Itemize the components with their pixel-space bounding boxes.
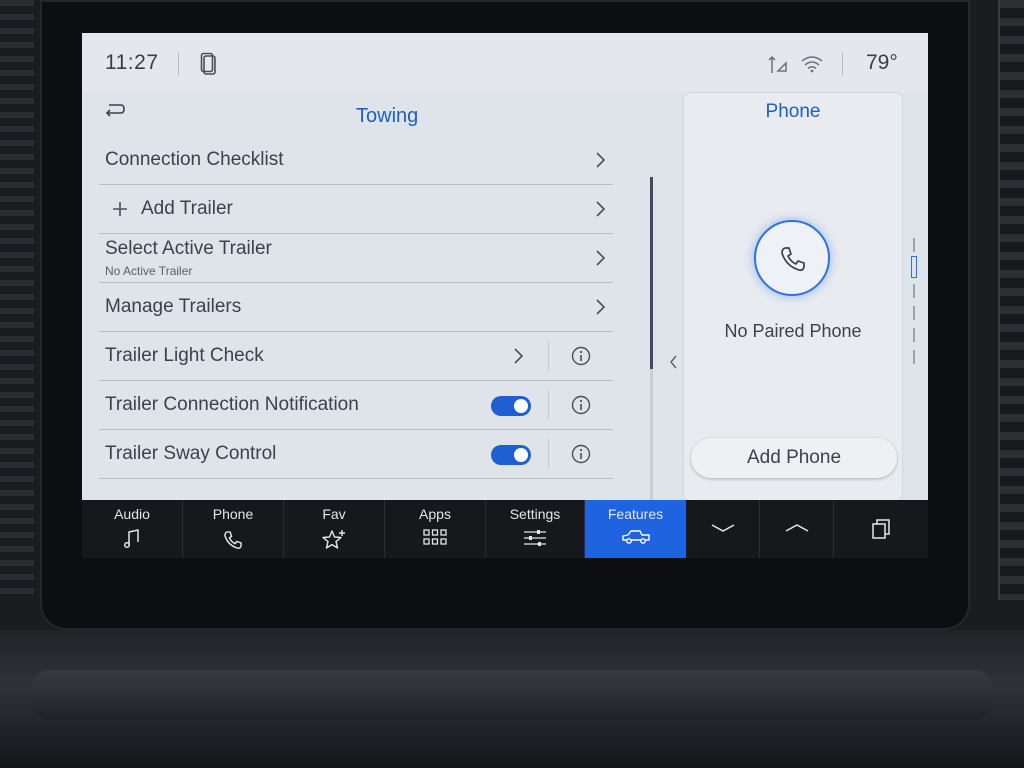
scrollbar-thumb[interactable] (650, 177, 653, 369)
row-add-trailer[interactable]: Add Trailer (99, 186, 613, 234)
info-icon[interactable] (571, 395, 591, 415)
wifi-hotspot-icon (801, 56, 823, 73)
row-trailer-connection-notification: Trailer Connection Notification (99, 382, 613, 430)
phone-call-button[interactable] (754, 220, 830, 296)
list-scrollbar[interactable] (650, 177, 653, 500)
row-divider (548, 341, 549, 371)
nav-audio[interactable]: Audio (82, 500, 183, 558)
nav-phone[interactable]: Phone (183, 500, 284, 558)
info-icon[interactable] (571, 444, 591, 464)
row-divider (548, 439, 549, 469)
status-divider (842, 53, 843, 75)
toggle-knob (514, 448, 528, 462)
chevron-right-icon (596, 250, 606, 266)
nav-label: Apps (419, 506, 451, 522)
row-label: Select Active Trailer (105, 238, 272, 259)
row-label: Add Trailer (141, 198, 233, 219)
page-indicator-segment (913, 328, 915, 342)
nav-features[interactable]: Features (585, 500, 686, 558)
page-indicator-segment (913, 238, 915, 252)
sliders-icon (524, 530, 546, 546)
right-air-vent (998, 0, 1024, 600)
nav-label: Fav (322, 506, 346, 522)
back-arrow-icon[interactable] (104, 101, 126, 119)
plus-icon (113, 202, 127, 216)
chevron-right-icon (596, 152, 606, 168)
row-sublabel: No Active Trailer (105, 264, 193, 278)
row-trailer-light-check[interactable]: Trailer Light Check (99, 333, 613, 381)
add-phone-button[interactable]: Add Phone (691, 438, 897, 478)
towing-list-panel: Towing Connection Checklist Add Trailer … (82, 93, 677, 500)
nav-label: Features (607, 506, 664, 522)
nav-apps[interactable]: Apps (385, 500, 486, 558)
page-indicator-active (911, 256, 917, 278)
row-label: Trailer Sway Control (105, 443, 277, 464)
row-label: Trailer Light Check (105, 345, 264, 366)
dashboard-trim (0, 630, 1024, 768)
apps-grid-icon (423, 529, 447, 545)
page-title: Towing (356, 105, 419, 127)
phone-projection-icon[interactable] (200, 52, 216, 76)
chevron-down-icon (711, 524, 734, 532)
chevron-right-icon (514, 348, 524, 364)
row-label: Manage Trailers (105, 296, 242, 317)
infotainment-screen: 11:27 79° Towing Connection Checklist Ad… (82, 33, 928, 500)
star-plus-icon (322, 530, 345, 549)
window-stack-icon (872, 519, 890, 539)
row-connection-checklist[interactable]: Connection Checklist (99, 137, 613, 185)
trailer-sway-control-toggle[interactable] (491, 445, 531, 465)
data-transfer-icon (768, 55, 787, 73)
phone-icon (781, 247, 805, 272)
info-icon[interactable] (571, 346, 591, 366)
row-trailer-sway-control: Trailer Sway Control (99, 431, 613, 479)
nav-collapse[interactable] (686, 500, 760, 558)
phone-panel: Phone No Paired Phone Add Phone (684, 93, 902, 500)
page-indicator-segment (913, 306, 915, 320)
phone-status-text: No Paired Phone (724, 321, 862, 341)
page-indicator-segment (913, 350, 915, 364)
dashboard-trim-strip (30, 670, 994, 720)
row-label: Trailer Connection Notification (105, 394, 359, 415)
bottom-nav-bar: Audio Phone Fav Apps Settings Features (82, 500, 928, 558)
toggle-knob (514, 399, 528, 413)
nav-fav[interactable]: Fav (284, 500, 385, 558)
row-label: Connection Checklist (105, 149, 284, 170)
row-manage-trailers[interactable]: Manage Trailers (99, 284, 613, 332)
phone-panel-title: Phone (765, 101, 821, 122)
nav-settings[interactable]: Settings (486, 500, 585, 558)
clock: 11:27 (105, 51, 159, 74)
left-air-vent (0, 0, 34, 600)
row-select-active-trailer[interactable]: Select Active Trailer No Active Trailer (99, 235, 613, 283)
page-indicator-segment (913, 284, 915, 298)
nav-label: Audio (114, 506, 150, 522)
trailer-connection-notification-toggle[interactable] (491, 396, 531, 416)
nav-expand[interactable] (760, 500, 834, 558)
nav-app-switcher[interactable] (834, 500, 928, 558)
status-divider (178, 53, 179, 75)
chevron-left-icon[interactable] (669, 355, 679, 369)
nav-label: Phone (212, 506, 254, 522)
chevron-up-icon (785, 524, 808, 532)
outside-temperature: 79° (866, 51, 898, 74)
row-divider (548, 390, 549, 420)
nav-label: Settings (509, 506, 561, 522)
chevron-right-icon (596, 201, 606, 217)
phone-icon (224, 531, 242, 549)
music-note-icon (123, 529, 139, 549)
truck-icon (621, 530, 650, 544)
panel-page-indicator[interactable] (911, 238, 917, 368)
status-bar: 11:27 79° (82, 33, 928, 93)
chevron-right-icon (596, 299, 606, 315)
